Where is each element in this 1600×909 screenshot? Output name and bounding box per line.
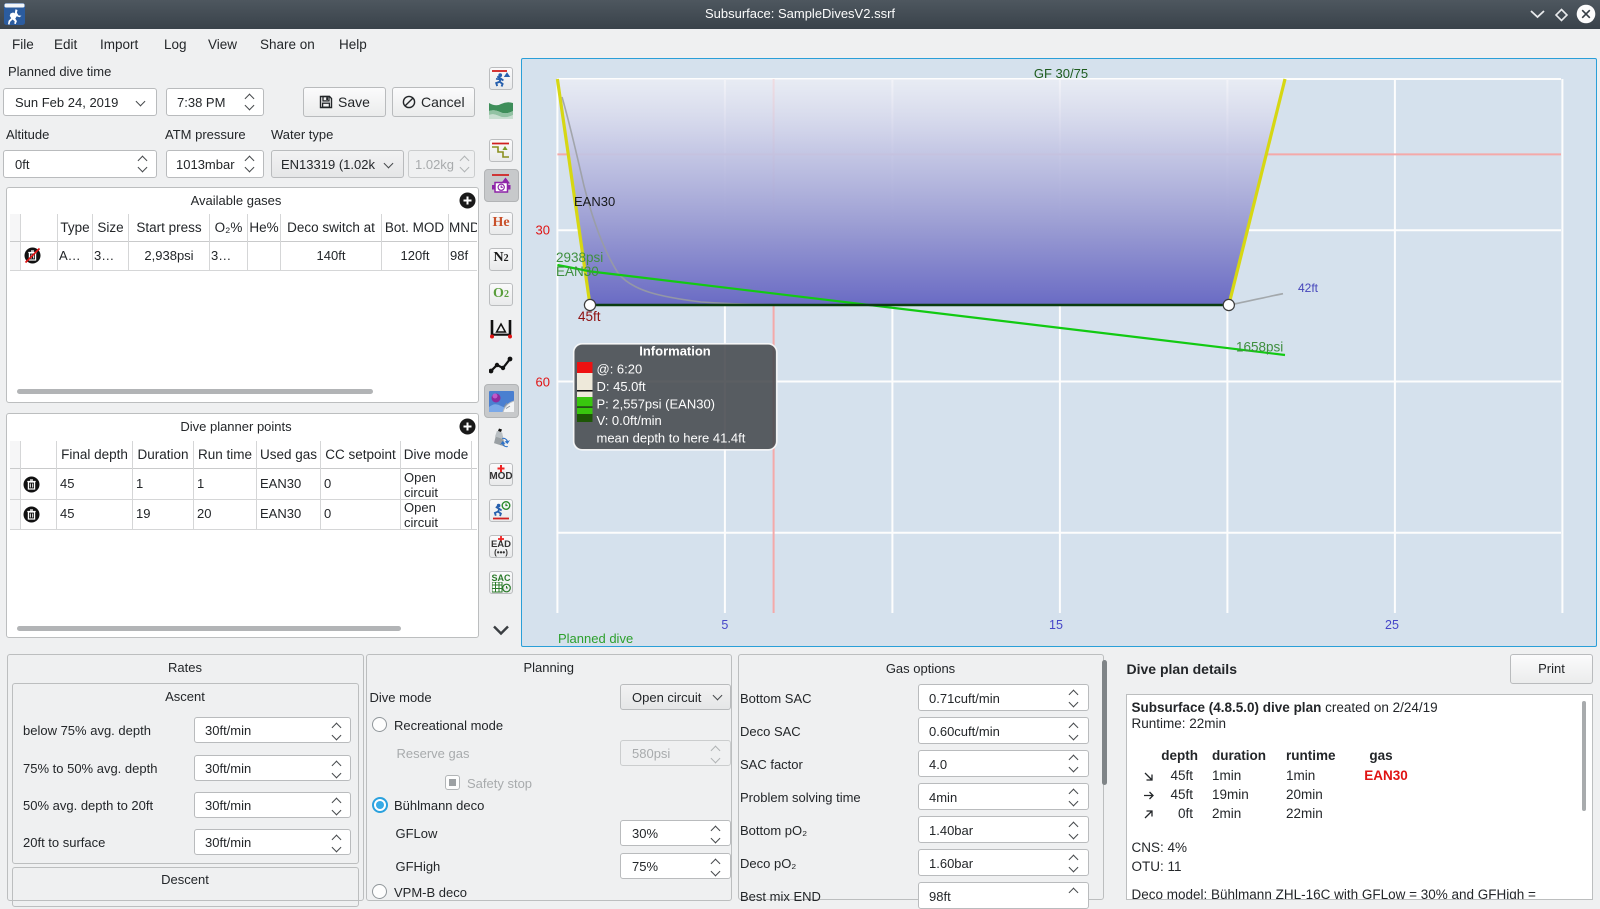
svg-text:42ft: 42ft xyxy=(1298,281,1319,295)
svg-text:GF 30/75: GF 30/75 xyxy=(1034,66,1088,81)
svg-text:D: 45.0ft: D: 45.0ft xyxy=(597,379,647,394)
svg-text:Planned dive: Planned dive xyxy=(558,631,633,645)
svg-text:60: 60 xyxy=(536,374,550,389)
svg-text:P: 2,557psi (EAN30): P: 2,557psi (EAN30) xyxy=(597,397,716,412)
svg-text:@: 6:20: @: 6:20 xyxy=(597,362,643,377)
svg-text:5: 5 xyxy=(721,618,728,632)
svg-text:15: 15 xyxy=(1049,618,1063,632)
svg-text:Information: Information xyxy=(639,344,711,359)
svg-text:45ft: 45ft xyxy=(578,309,601,324)
svg-text:25: 25 xyxy=(1385,618,1399,632)
svg-text:V: 0.0ft/min: V: 0.0ft/min xyxy=(597,413,662,428)
svg-text:EAN30: EAN30 xyxy=(574,194,615,209)
svg-text:mean depth to here 41.4ft: mean depth to here 41.4ft xyxy=(597,431,746,446)
svg-text:30: 30 xyxy=(536,223,550,238)
svg-text:EAN30: EAN30 xyxy=(556,264,599,279)
svg-text:2938psi: 2938psi xyxy=(556,250,603,265)
svg-text:1658psi: 1658psi xyxy=(1236,340,1283,355)
